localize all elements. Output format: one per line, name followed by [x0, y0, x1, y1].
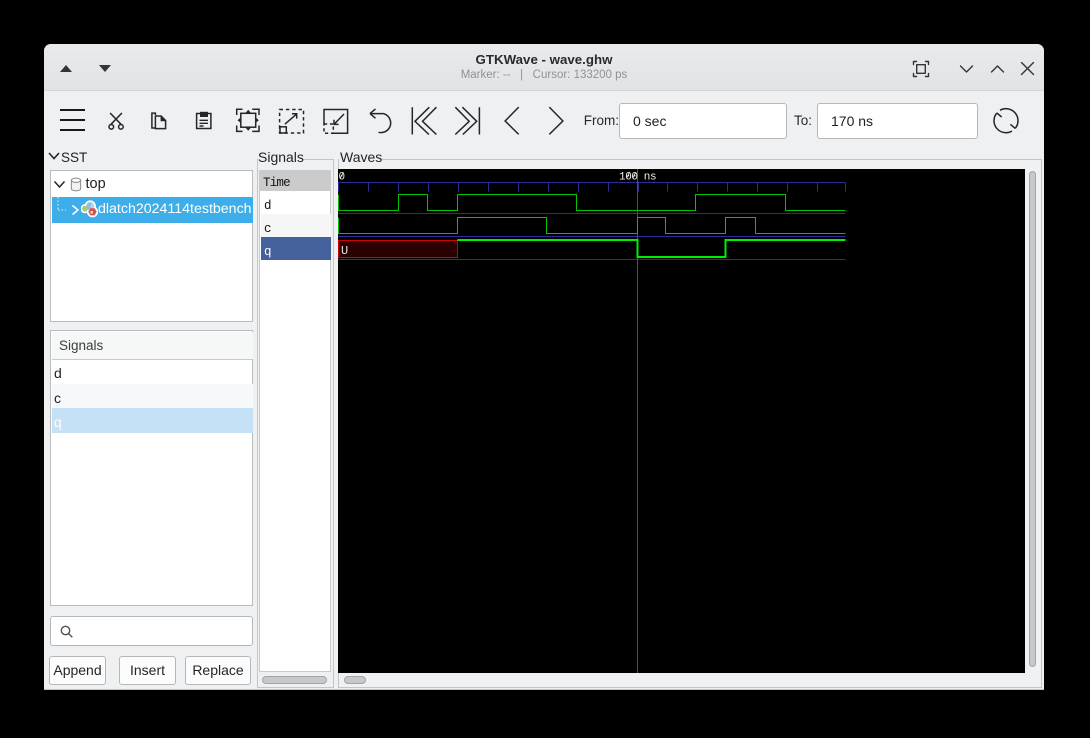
svg-text:U: U [341, 244, 348, 258]
svg-text:100 ns: 100 ns [619, 172, 656, 184]
svg-text:0: 0 [339, 172, 346, 184]
